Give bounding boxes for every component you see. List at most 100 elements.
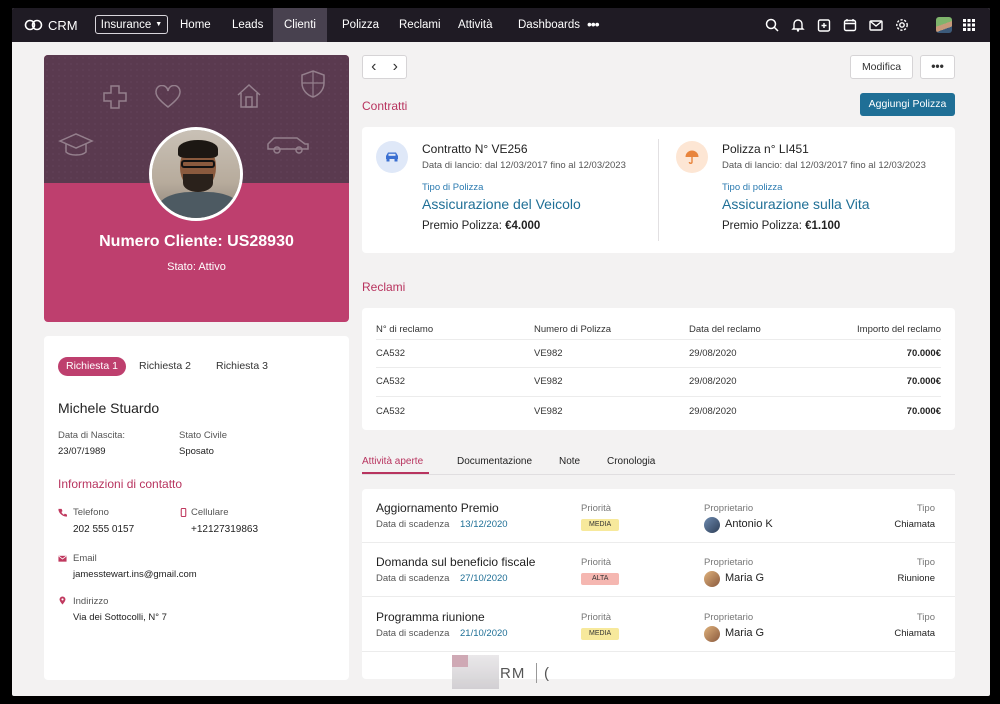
contracts-card: Contratto N° VE256 Data di lancio: dal 1… <box>362 127 955 253</box>
premium-value: €1.100 <box>805 220 841 232</box>
type-label: Tipo <box>916 612 935 623</box>
more-actions-button[interactable]: ••• <box>920 55 955 79</box>
priority-label: Priorità <box>581 503 612 514</box>
record-pager: ‹ › <box>362 55 407 79</box>
tab-richiesta-2[interactable]: Richiesta 2 <box>131 357 199 376</box>
claim-date: 29/08/2020 <box>689 406 737 417</box>
bell-icon[interactable] <box>790 17 806 33</box>
owner-avatar <box>704 517 720 533</box>
contract-premium: Premio Polizza: €1.100 <box>722 220 840 232</box>
contract-title: Contratto N° VE256 <box>422 142 528 156</box>
contract-type[interactable]: Assicurazione sulla Vita <box>722 196 870 212</box>
activity-row[interactable]: Programma riunione Data di scadenza 21/1… <box>362 598 955 652</box>
mobile-value[interactable]: +12127319863 <box>191 524 258 535</box>
search-icon[interactable] <box>764 17 780 33</box>
heart-icon <box>155 85 181 109</box>
activity-row[interactable]: Domanda sul beneficio fiscale Data di sc… <box>362 543 955 597</box>
activity-type: Chiamata <box>894 628 935 639</box>
nav-item-reclami[interactable]: Reclami <box>391 8 449 42</box>
app-selector-label: Insurance <box>100 18 152 31</box>
contract-type[interactable]: Assicurazione del Veicolo <box>422 196 581 212</box>
mobile-phone-icon <box>179 508 188 517</box>
premium-label: Premio Polizza: <box>422 220 502 232</box>
add-policy-button[interactable]: Aggiungi Polizza <box>860 93 955 116</box>
previous-record-button[interactable]: ‹ <box>371 59 376 75</box>
address-label: Indirizzo <box>73 596 109 607</box>
customer-number: Numero Cliente: US28930 <box>99 233 294 250</box>
claim-number[interactable]: CA532 <box>376 406 405 417</box>
nav-item-clienti[interactable]: Clienti <box>273 8 327 42</box>
type-label: Tipo <box>916 557 935 568</box>
claim-policy: VE982 <box>534 406 563 417</box>
calendar-icon[interactable] <box>842 17 858 33</box>
claims-title: Reclami <box>362 280 406 294</box>
tab-attivita-aperte[interactable]: Attività aperte <box>362 456 423 467</box>
logo-text: CRM <box>48 17 78 33</box>
tab-note[interactable]: Note <box>559 456 580 467</box>
activities-list: Aggiornamento Premio Data di scadenza 13… <box>362 489 955 679</box>
contract-item[interactable]: Polizza n° LI451 Data di lancio: dal 12/… <box>662 127 958 253</box>
contracts-divider <box>658 139 659 241</box>
shield-icon <box>299 69 327 99</box>
medical-cross-icon <box>101 83 129 111</box>
contract-type-label: Tipo di Polizza <box>422 182 484 193</box>
nav-more-menu[interactable]: ••• <box>587 8 600 42</box>
contract-item[interactable]: Contratto N° VE256 Data di lancio: dal 1… <box>362 127 658 253</box>
row-divider <box>362 596 955 597</box>
mail-icon[interactable] <box>868 17 884 33</box>
customer-details-card: Richiesta 1 Richiesta 2 Richiesta 3 Mich… <box>44 336 349 680</box>
umbrella-icon <box>685 150 699 164</box>
nav-item-dashboards[interactable]: Dashboards <box>510 8 588 42</box>
row-divider <box>376 367 941 368</box>
watermark-divider <box>536 663 537 683</box>
crm-logo[interactable]: CRM <box>24 17 78 33</box>
tab-documentazione[interactable]: Documentazione <box>457 456 532 467</box>
customer-status: Stato: Attivo <box>167 261 226 273</box>
owner-name: Antonio K <box>725 518 773 530</box>
top-navigation-bar: CRM Insurance ▼ Home Leads Clienti Poliz… <box>12 8 990 42</box>
phone-value[interactable]: 202 555 0157 <box>73 524 134 535</box>
add-note-icon[interactable] <box>816 17 832 33</box>
edit-button[interactable]: Modifica <box>850 55 913 79</box>
nav-item-polizza[interactable]: Polizza <box>334 8 387 42</box>
priority-label: Priorità <box>581 612 612 623</box>
graduation-cap-icon <box>58 132 94 160</box>
apps-grid-icon[interactable] <box>961 17 977 33</box>
owner-label: Proprietario <box>704 612 754 623</box>
activity-row[interactable]: Aggiornamento Premio Data di scadenza 13… <box>362 489 955 543</box>
watermark-trail: ( <box>544 665 549 682</box>
claim-date: 29/08/2020 <box>689 348 737 359</box>
claim-number[interactable]: CA532 <box>376 348 405 359</box>
claim-number[interactable]: CA532 <box>376 376 405 387</box>
tab-cronologia[interactable]: Cronologia <box>607 456 655 467</box>
watermark: RM ( <box>452 655 562 689</box>
user-avatar[interactable] <box>936 17 952 33</box>
nav-item-attivita[interactable]: Attività <box>450 8 501 42</box>
email-value[interactable]: jamesstewart.ins@gmail.com <box>73 569 197 580</box>
activity-title: Domanda sul beneficio fiscale <box>376 555 536 569</box>
row-divider <box>362 651 955 652</box>
tab-richiesta-1[interactable]: Richiesta 1 <box>58 357 126 376</box>
activity-type: Riunione <box>897 573 936 584</box>
app-selector-dropdown[interactable]: Insurance ▼ <box>95 15 168 34</box>
premium-label: Premio Polizza: <box>722 220 802 232</box>
due-date-value: 21/10/2020 <box>460 628 508 639</box>
crm-window: CRM Insurance ▼ Home Leads Clienti Poliz… <box>12 8 990 696</box>
phone-label: Telefono <box>73 507 109 518</box>
settings-icon[interactable] <box>894 17 910 33</box>
tabs-baseline <box>362 474 955 475</box>
nav-item-home[interactable]: Home <box>172 8 219 42</box>
next-record-button[interactable]: › <box>393 59 398 75</box>
contract-title: Polizza n° LI451 <box>722 142 809 156</box>
birth-date-label: Data di Nascita: <box>58 430 126 441</box>
tab-richiesta-3[interactable]: Richiesta 3 <box>208 357 276 376</box>
chevron-down-icon: ▼ <box>155 21 163 28</box>
nav-item-leads[interactable]: Leads <box>224 8 271 42</box>
watermark-text: RM <box>500 665 526 682</box>
civil-status-value: Sposato <box>179 446 214 457</box>
birth-date-value: 23/07/1989 <box>58 446 106 457</box>
car-icon <box>265 134 311 156</box>
claim-policy: VE982 <box>534 348 563 359</box>
contract-dates: Data di lancio: dal 12/03/2017 fino al 1… <box>422 160 626 171</box>
priority-badge: MEDIA <box>581 628 620 640</box>
